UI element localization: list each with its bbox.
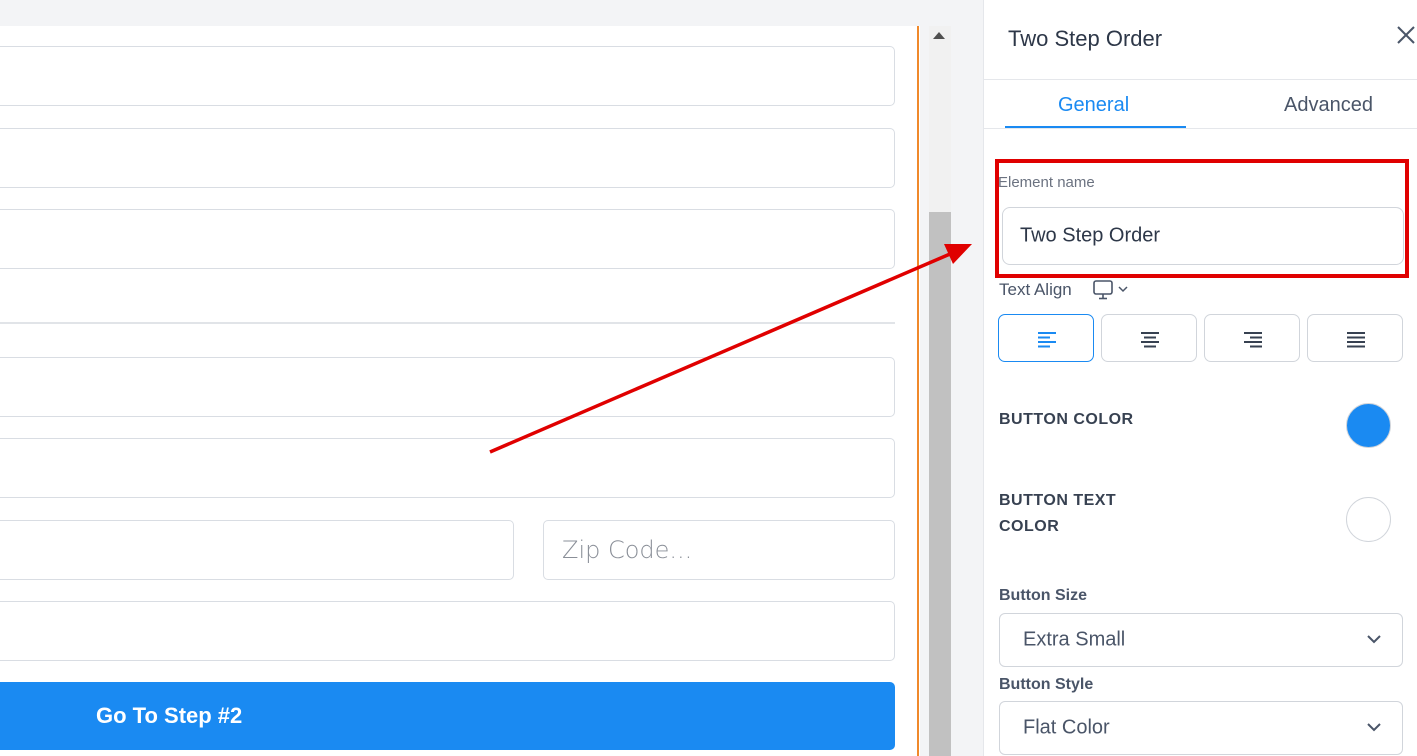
form-field-6[interactable]	[0, 601, 895, 661]
tab-general[interactable]: General	[1058, 94, 1129, 117]
panel-header-divider	[984, 79, 1417, 80]
button-color-label: BUTTON COLOR	[999, 411, 1134, 428]
form-field-5[interactable]	[0, 438, 895, 498]
monitor-icon[interactable]	[1093, 279, 1131, 301]
button-size-value: Extra Small	[1023, 628, 1126, 651]
align-center-icon	[1141, 332, 1159, 348]
zip-code-input[interactable]: Zip Code...	[543, 520, 895, 580]
align-justify-button[interactable]	[1307, 314, 1403, 362]
annotation-highlight-box	[995, 159, 1409, 278]
settings-panel: Two Step Order General Advanced Element …	[983, 0, 1417, 756]
scroll-up-arrow-icon[interactable]	[933, 32, 945, 39]
tabs-divider	[984, 128, 1417, 129]
button-text-color-label-line2: COLOR	[999, 518, 1060, 535]
go-to-step-label: Go To Step #2	[96, 703, 243, 728]
align-right-icon	[1244, 332, 1262, 348]
button-size-label: Button Size	[999, 587, 1087, 604]
align-left-button[interactable]	[998, 314, 1094, 362]
form-divider	[0, 322, 895, 324]
chevron-down-icon	[1367, 723, 1381, 732]
close-icon[interactable]	[1393, 22, 1417, 48]
active-tab-indicator	[1005, 126, 1186, 128]
align-center-button[interactable]	[1101, 314, 1197, 362]
text-align-label: Text Align	[999, 280, 1072, 299]
button-style-value: Flat Color	[1023, 716, 1110, 739]
button-text-color-swatch[interactable]	[1346, 497, 1391, 542]
form-field-1[interactable]	[0, 46, 895, 106]
form-field-4[interactable]	[0, 357, 895, 417]
form-field-city[interactable]	[0, 520, 514, 580]
button-text-color-label-line1: BUTTON TEXT	[999, 492, 1117, 509]
editor-screen: Zip Code... Go To Step #2 Two Step Order…	[0, 0, 1417, 756]
form-field-2[interactable]	[0, 128, 895, 188]
align-justify-icon	[1347, 332, 1365, 348]
panel-title: Two Step Order	[1008, 26, 1163, 51]
canvas-border	[917, 26, 919, 756]
button-color-swatch[interactable]	[1346, 403, 1391, 448]
tab-advanced[interactable]: Advanced	[1284, 94, 1373, 117]
zip-code-placeholder: Zip Code...	[562, 536, 693, 564]
button-style-select[interactable]: Flat Color	[999, 701, 1403, 755]
form-field-3[interactable]	[0, 209, 895, 269]
chevron-down-icon	[1367, 635, 1381, 644]
align-right-button[interactable]	[1204, 314, 1300, 362]
button-size-select[interactable]: Extra Small	[999, 613, 1403, 667]
scrollbar-thumb[interactable]	[929, 212, 951, 756]
button-style-label: Button Style	[999, 676, 1094, 693]
go-to-step-button[interactable]: Go To Step #2	[0, 682, 895, 750]
align-left-icon	[1038, 332, 1056, 348]
